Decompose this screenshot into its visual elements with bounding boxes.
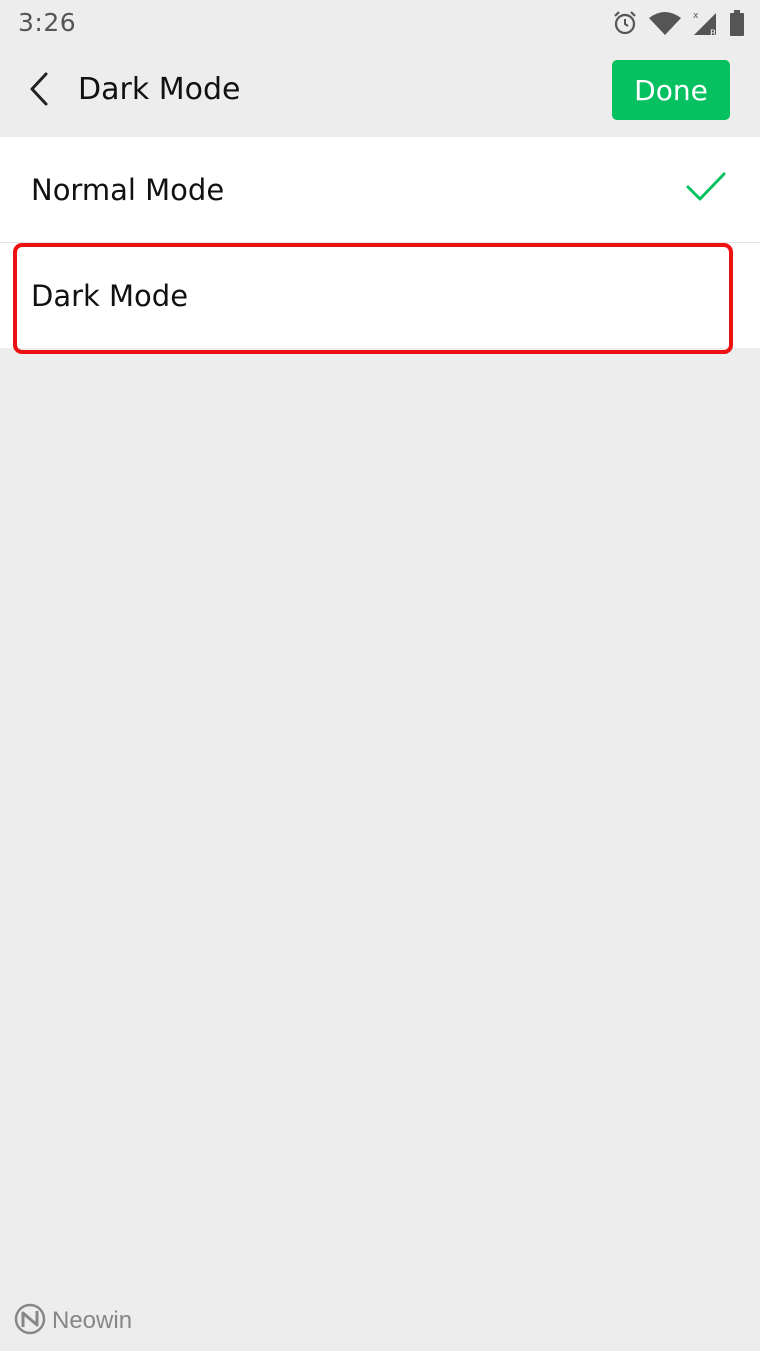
page-title: Dark Mode [78,72,241,107]
svg-text:x: x [693,11,699,21]
status-time: 3:26 [18,8,77,37]
option-label: Normal Mode [31,172,225,207]
watermark-text: Neowin [52,1307,133,1334]
battery-icon [730,10,744,36]
back-button[interactable] [14,66,64,116]
nav-bar: Dark Mode Done [0,46,760,137]
alarm-icon [612,10,638,36]
neowin-logo-icon [14,1303,46,1339]
option-normal-mode[interactable]: Normal Mode [0,137,760,242]
option-dark-mode[interactable]: Dark Mode [0,242,760,348]
chevron-left-icon [27,71,51,111]
status-icons: x R [612,8,744,38]
mode-options-list: Normal Mode Dark Mode [0,137,760,348]
watermark: Neowin [14,1303,132,1339]
checkmark-icon [686,171,726,207]
wifi-icon [648,10,682,36]
signal-icon: x R [692,9,720,37]
svg-text:R: R [710,29,716,37]
option-label: Dark Mode [31,278,189,313]
status-bar: 3:26 x R [0,0,760,46]
done-button[interactable]: Done [612,60,730,120]
